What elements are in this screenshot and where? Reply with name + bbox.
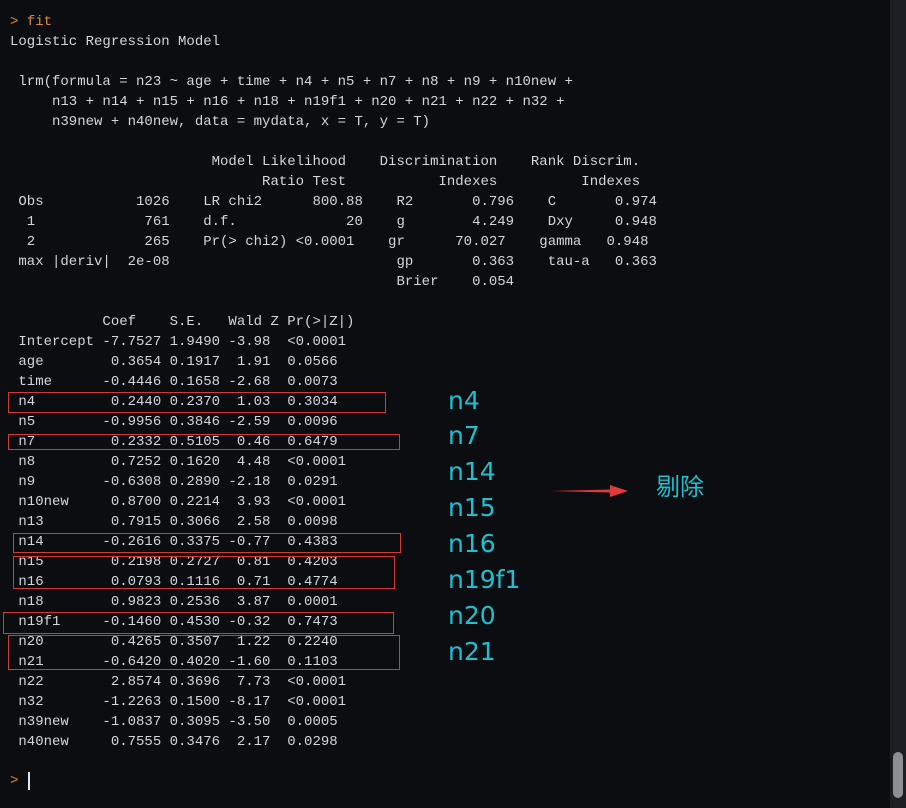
highlight-box-n15-n16 <box>13 556 395 589</box>
output-line: Intercept -7.7527 1.9490 -3.98 <0.0001 <box>10 334 347 350</box>
output-line: Coef S.E. Wald Z Pr(>|Z|) <box>10 314 355 330</box>
scrollbar-thumb[interactable] <box>893 752 903 798</box>
output-line: n9 -0.6308 0.2890 -2.18 0.0291 <box>10 474 338 490</box>
highlight-box-n19f1 <box>3 612 394 634</box>
output-line: lrm(formula = n23 ~ age + time + n4 + n5… <box>10 74 573 90</box>
input-line[interactable]: > <box>10 771 18 791</box>
output-line: max |deriv| 2e-08 gp 0.363 tau-a 0.363 <box>10 254 657 270</box>
r-console[interactable]: > fit Logistic Regression Model lrm(form… <box>0 0 890 808</box>
output-line: n22 2.8574 0.3696 7.73 <0.0001 <box>10 674 347 690</box>
output-line: age 0.3654 0.1917 1.91 0.0566 <box>10 354 338 370</box>
output-line: n5 -0.9956 0.3846 -2.59 0.0096 <box>10 414 338 430</box>
output-line: Brier 0.054 <box>10 274 515 290</box>
remove-label: 剔除 <box>656 473 704 501</box>
highlight-box-n20-n21 <box>8 635 400 670</box>
output-line: Obs 1026 LR chi2 800.88 R2 0.796 C 0.974 <box>10 194 657 210</box>
output-line: n8 0.7252 0.1620 4.48 <0.0001 <box>10 454 347 470</box>
output-line: time -0.4446 0.1658 -2.68 0.0073 <box>10 374 338 390</box>
output-line: 1 761 d.f. 20 g 4.249 Dxy 0.948 <box>10 214 657 230</box>
output-line: n39new + n40new, data = mydata, x = T, y… <box>10 114 431 130</box>
output-line: n40new 0.7555 0.3476 2.17 0.0298 <box>10 734 338 750</box>
annotation-label: n15 <box>448 493 496 522</box>
output-line: Logistic Regression Model <box>10 34 221 50</box>
annotation-label: n4 <box>448 386 480 415</box>
vertical-scrollbar[interactable] <box>890 0 906 808</box>
red-arrow-icon <box>550 485 628 497</box>
annotation-label: n19f1 <box>448 565 521 594</box>
output-line: Model Likelihood Discrimination Rank Dis… <box>10 154 641 170</box>
highlight-box-n14 <box>13 533 401 553</box>
text-cursor <box>28 772 30 790</box>
highlight-box-n7 <box>8 434 400 450</box>
output-line: n13 0.7915 0.3066 2.58 0.0098 <box>10 514 338 530</box>
annotation-label: n20 <box>448 601 496 630</box>
annotation-label: n21 <box>448 637 496 666</box>
output-line: 2 265 Pr(> chi2) <0.0001 gr 70.027 gamma… <box>10 234 649 250</box>
highlight-box-n4 <box>8 392 386 413</box>
prompt-symbol: > <box>10 14 19 30</box>
output-line: n13 + n14 + n15 + n16 + n18 + n19f1 + n2… <box>10 94 565 110</box>
output-line: Ratio Test Indexes Indexes <box>10 174 641 190</box>
output-line: n18 0.9823 0.2536 3.87 0.0001 <box>10 594 338 610</box>
output-line: n32 -1.2263 0.1500 -8.17 <0.0001 <box>10 694 347 710</box>
output-line: n10new 0.8700 0.2214 3.93 <0.0001 <box>10 494 347 510</box>
command-text: fit <box>26 14 53 30</box>
annotation-label: n16 <box>448 529 496 558</box>
output-line: n39new -1.0837 0.3095 -3.50 0.0005 <box>10 714 338 730</box>
bottom-prompt-symbol: > <box>10 773 19 789</box>
annotation-label: n14 <box>448 457 496 486</box>
command-line: > fit <box>10 12 52 32</box>
annotation-label: n7 <box>448 421 480 450</box>
